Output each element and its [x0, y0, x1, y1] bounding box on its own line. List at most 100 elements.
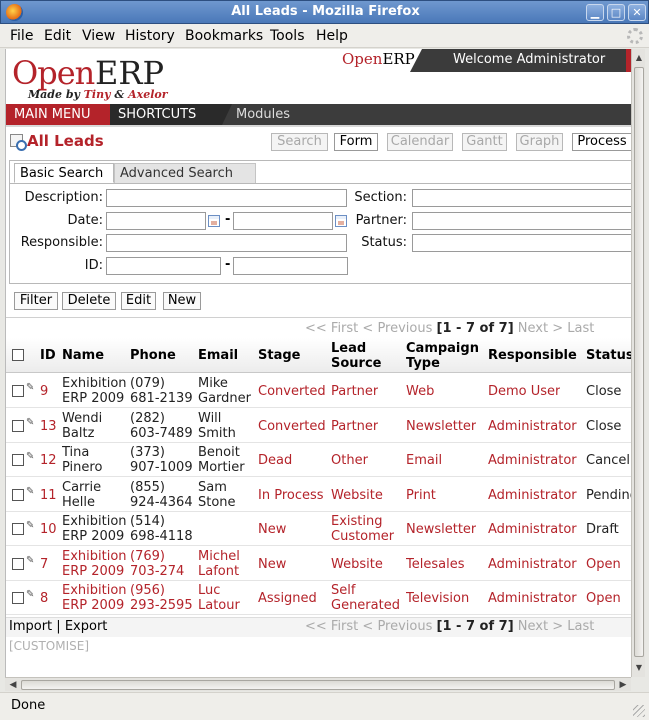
row-checkbox[interactable] — [12, 557, 24, 570]
name-cell[interactable]: Exhibition ERP 2009 — [62, 583, 127, 613]
id-to-input[interactable] — [233, 257, 348, 275]
horizontal-scrollbar[interactable]: ◀ ▶ — [5, 677, 631, 691]
new-button[interactable]: New — [163, 292, 201, 310]
scrollbar-thumb[interactable] — [634, 67, 644, 657]
pager-previous[interactable]: < Previous — [362, 321, 432, 336]
status-cell[interactable]: Draft — [586, 522, 631, 537]
openerp-logo[interactable]: Open ERP Made by Tiny & Axelor — [12, 54, 192, 102]
import-link[interactable]: Import — [9, 619, 52, 634]
email-cell[interactable]: Will Smith — [198, 411, 236, 441]
vertical-scrollbar[interactable]: ▲ ▼ — [631, 49, 645, 677]
email-cell[interactable]: Sam Stone — [198, 480, 236, 510]
pager-previous[interactable]: < Previous — [362, 619, 432, 634]
phone-cell[interactable]: (855) 924-4364 — [130, 480, 193, 510]
table-row[interactable]: ✎ 12 Tina Pinero (373) 907-1009 Benoit Mortier D… — [6, 443, 631, 477]
responsible-cell[interactable]: Administrator — [488, 591, 577, 606]
lead-source-cell[interactable]: Other — [331, 453, 368, 468]
campaign-cell[interactable]: Email — [406, 453, 442, 468]
phone-cell[interactable]: (769) 703-274 — [130, 549, 184, 579]
pager-first[interactable]: << First — [305, 619, 358, 634]
table-row[interactable]: ✎ 11 Carrie Helle (855) 924-4364 Sam Stone In Pr… — [6, 478, 631, 512]
row-checkbox[interactable] — [12, 419, 24, 432]
scroll-left-icon[interactable]: ◀ — [6, 678, 20, 692]
row-checkbox[interactable] — [12, 488, 24, 501]
edit-row-icon[interactable]: ✎ — [26, 486, 34, 497]
campaign-cell[interactable]: Telesales — [406, 557, 464, 572]
resize-grip-icon[interactable] — [633, 705, 645, 717]
phone-cell[interactable]: (373) 907-1009 — [130, 445, 193, 475]
col-email[interactable]: Email — [198, 348, 238, 363]
id-cell[interactable]: 9 — [40, 384, 48, 399]
table-row[interactable]: ✎ 10 Exhibition ERP 2009 (514) 698-4118 New Exi… — [6, 512, 631, 546]
name-cell[interactable]: Exhibition ERP 2009 — [62, 376, 127, 406]
stage-cell[interactable]: Converted — [258, 419, 326, 434]
status-cell[interactable]: Cancel — [586, 453, 631, 468]
email-cell[interactable]: Luc Latour — [198, 583, 240, 613]
name-cell[interactable]: Exhibition ERP 2009 — [62, 549, 127, 579]
status-cell[interactable]: Pending — [586, 488, 631, 503]
edit-button[interactable]: Edit — [121, 292, 156, 310]
view-form-button[interactable]: Form — [334, 133, 378, 151]
status-cell[interactable]: Open — [586, 557, 631, 572]
responsible-cell[interactable]: Administrator — [488, 453, 577, 468]
id-cell[interactable]: 13 — [40, 419, 57, 434]
email-cell[interactable]: Mike Gardner — [198, 376, 251, 406]
row-checkbox[interactable] — [12, 592, 24, 604]
menu-bookmarks[interactable]: Bookmarks — [185, 28, 263, 44]
edit-row-icon[interactable]: ✎ — [26, 417, 34, 428]
status-cell[interactable]: Open — [586, 591, 631, 606]
lead-source-cell[interactable]: Partner — [331, 384, 378, 399]
col-id[interactable]: ID — [40, 348, 56, 363]
pager-first[interactable]: << First — [305, 321, 358, 336]
row-checkbox[interactable] — [12, 523, 24, 535]
stage-cell[interactable]: New — [258, 522, 286, 537]
lead-source-cell[interactable]: Website — [331, 557, 383, 572]
menu-file[interactable]: File — [10, 28, 33, 44]
maximize-icon[interactable]: □ — [607, 4, 625, 21]
responsible-cell[interactable]: Administrator — [488, 522, 577, 537]
edit-row-icon[interactable]: ✎ — [26, 589, 34, 600]
customise-link[interactable]: [CUSTOMISE] — [9, 639, 89, 653]
pager-last[interactable]: Last — [567, 619, 594, 634]
date-to-input[interactable] — [233, 212, 333, 230]
responsible-cell[interactable]: Demo User — [488, 384, 560, 399]
scroll-right-icon[interactable]: ▶ — [616, 678, 630, 692]
lead-source-cell[interactable]: Existing Customer — [331, 514, 394, 544]
email-cell[interactable]: Benoit Mortier — [198, 445, 245, 475]
col-responsible[interactable]: Responsible — [488, 348, 577, 363]
email-cell[interactable]: Michel Lafont — [198, 549, 240, 579]
name-cell[interactable]: Wendi Baltz — [62, 411, 102, 441]
edit-row-icon[interactable]: ✎ — [26, 382, 34, 393]
campaign-cell[interactable]: Print — [406, 488, 436, 503]
calendar-icon[interactable] — [208, 215, 220, 227]
select-all-checkbox[interactable] — [12, 349, 24, 361]
view-gantt-button[interactable]: Gantt — [462, 133, 507, 151]
table-row[interactable]: ✎ 8 Exhibition ERP 2009 (956) 293-2595 Luc Lato… — [6, 581, 631, 615]
name-cell[interactable]: Carrie Helle — [62, 480, 101, 510]
export-link[interactable]: Export — [65, 619, 108, 634]
menu-tools[interactable]: Tools — [270, 28, 305, 44]
responsible-input[interactable] — [106, 234, 347, 252]
responsible-cell[interactable]: Administrator — [488, 557, 577, 572]
row-checkbox[interactable] — [12, 385, 24, 397]
id-cell[interactable]: 8 — [40, 591, 48, 606]
status-cell[interactable]: Close — [586, 384, 631, 399]
status-cell[interactable]: Close — [586, 419, 631, 434]
phone-cell[interactable]: (514) 698-4118 — [130, 514, 193, 544]
partner-input[interactable] — [412, 212, 631, 230]
campaign-cell[interactable]: Newsletter — [406, 522, 476, 537]
shortcuts-button[interactable]: SHORTCUTS — [110, 104, 232, 125]
campaign-cell[interactable]: Newsletter — [406, 419, 476, 434]
id-cell[interactable]: 12 — [40, 453, 57, 468]
name-cell[interactable]: Tina Pinero — [62, 445, 102, 475]
scrollbar-thumb[interactable] — [21, 680, 615, 690]
stage-cell[interactable]: New — [258, 557, 286, 572]
section-input[interactable] — [412, 189, 631, 207]
phone-cell[interactable]: (956) 293-2595 — [130, 583, 193, 613]
col-stage[interactable]: Stage — [258, 348, 300, 363]
delete-button[interactable]: Delete — [62, 292, 116, 310]
campaign-cell[interactable]: Television — [406, 591, 469, 606]
view-graph-button[interactable]: Graph — [516, 133, 563, 151]
id-from-input[interactable] — [106, 257, 221, 275]
stage-cell[interactable]: Converted — [258, 384, 326, 399]
